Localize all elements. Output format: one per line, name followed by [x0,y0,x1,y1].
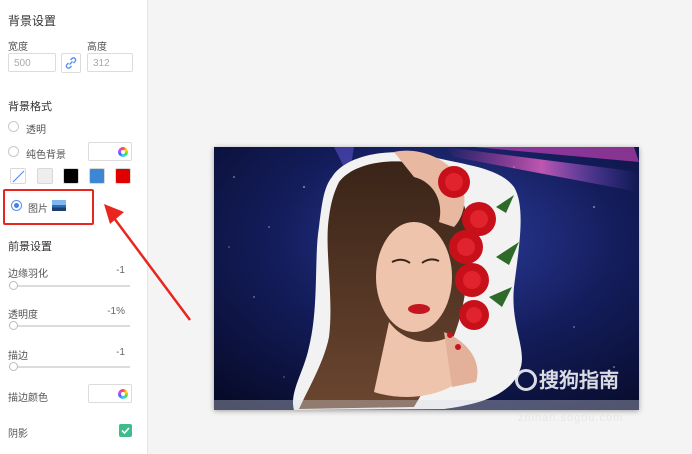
opacity-value: -1% [107,306,125,317]
stroke-color-picker[interactable] [88,384,132,403]
shadow-label: 阴影 [8,429,28,440]
background-format-title: 背景格式 [8,101,52,113]
width-input[interactable]: 500 [8,53,56,72]
stroke-color-label: 描边颜色 [8,393,48,404]
opacity-slider-handle[interactable] [9,321,18,330]
shadow-checkbox[interactable] [119,424,132,437]
link-icon [65,57,77,69]
width-label: 宽度 [8,42,28,53]
stroke-slider-handle[interactable] [9,362,18,371]
watermark-text: 搜狗指南 [539,368,619,392]
feather-label: 边缘羽化 [8,269,48,280]
watermark-url: zhinan.sogou.com [518,412,624,424]
stroke-slider-track[interactable] [9,366,130,368]
lock-ratio-button[interactable] [61,53,81,73]
color-wheel-icon [118,147,128,157]
swatch-light-gray[interactable] [37,168,53,184]
transparent-label: 透明 [26,125,46,136]
highlight-annotation [3,189,94,225]
settings-panel: 背景设置 宽度 高度 500 312 背景格式 透明 纯色背景 图片 前景设置 … [0,0,148,454]
watermark-logo: 搜狗指南 [515,364,619,393]
opacity-slider-track[interactable] [9,325,130,327]
opacity-label: 透明度 [8,310,38,321]
stroke-value: -1 [116,347,125,358]
solid-color-picker[interactable] [88,142,132,161]
solid-color-label: 纯色背景 [26,150,66,161]
foreground-settings-title: 前景设置 [8,241,52,253]
height-input[interactable]: 312 [87,53,133,72]
feather-slider-handle[interactable] [9,281,18,290]
height-label: 高度 [87,42,107,53]
swatch-blue[interactable] [89,168,105,184]
checkmark-icon [121,427,130,435]
swatch-black[interactable] [63,168,79,184]
transparent-radio[interactable] [8,121,19,132]
sogou-logo-icon [515,369,537,391]
feather-value: -1 [116,265,125,276]
swatch-red[interactable] [115,168,131,184]
color-wheel-icon [118,389,128,399]
stroke-label: 描边 [8,351,28,362]
solid-color-radio[interactable] [8,146,19,157]
background-settings-title: 背景设置 [8,14,57,28]
swatch-none[interactable] [10,168,26,184]
feather-slider-track[interactable] [9,285,130,287]
slash-icon [12,170,25,183]
